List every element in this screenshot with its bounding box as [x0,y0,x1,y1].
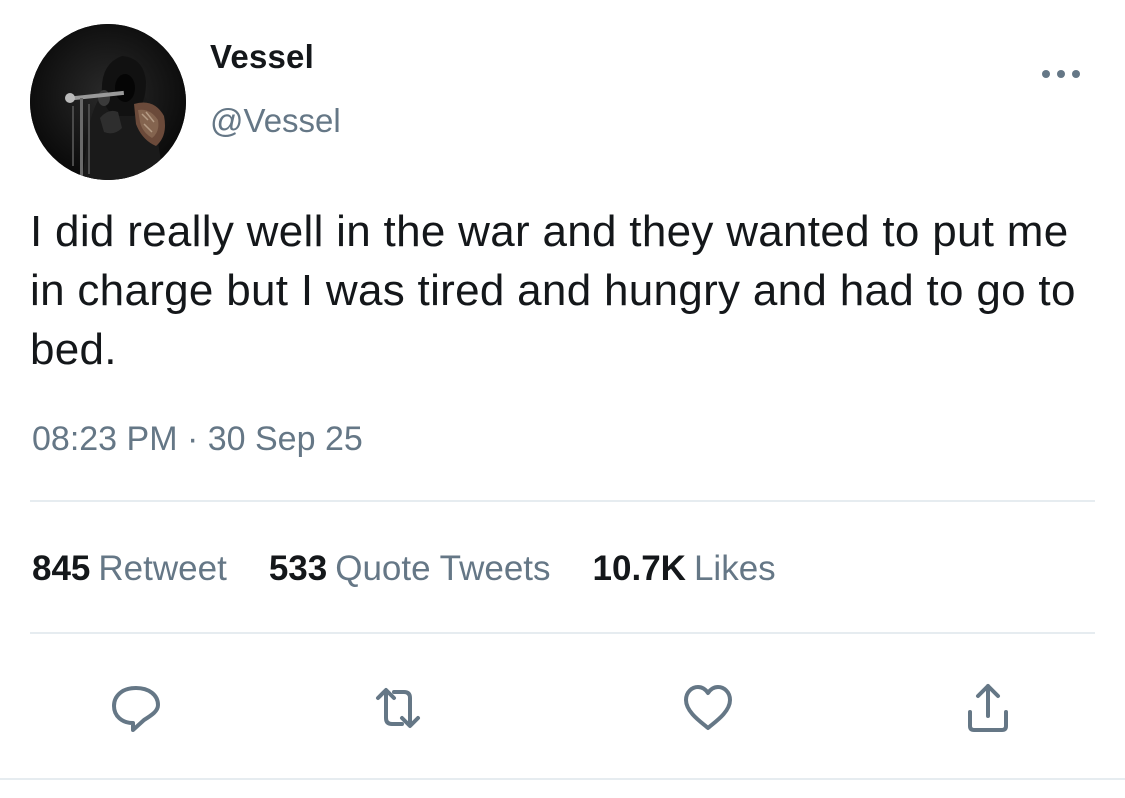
more-dots-icon [1042,70,1080,78]
divider [0,778,1125,780]
retweet-count: 845 [32,549,91,588]
quote-tweets-count: 533 [268,549,328,588]
quote-tweets-stat[interactable]: 533 Quote Tweets [269,549,551,589]
share-icon [968,684,1008,732]
more-options-button[interactable] [1036,56,1086,92]
likes-count: 10.7K [592,549,686,588]
tweet-stats: 845 Retweet 533 Quote Tweets 10.7K Likes [32,549,818,589]
like-button[interactable] [680,680,736,736]
author-display-name[interactable]: Vessel [210,38,314,76]
heart-icon [684,685,732,730]
likes-stat[interactable]: 10.7K Likes [593,549,776,589]
likes-label: Likes [693,549,776,588]
hooded-figure-microphone-avatar-icon [30,24,186,180]
retweet-stat[interactable]: 845 Retweet [32,549,227,589]
quote-tweets-label: Quote Tweets [335,549,551,588]
divider [30,632,1095,634]
reply-button[interactable] [108,680,164,736]
retweet-icon [376,688,420,728]
share-button[interactable] [960,680,1016,736]
divider [30,500,1095,502]
author-handle[interactable]: @Vessel [210,102,341,140]
retweet-button[interactable] [370,680,426,736]
tweet-timestamp[interactable]: 08:23 PM · 30 Sep 25 [32,420,363,459]
retweet-label: Retweet [98,549,227,588]
reply-icon [112,686,160,732]
tweet-text: I did really well in the war and they wa… [30,207,1076,374]
avatar[interactable] [30,24,186,180]
